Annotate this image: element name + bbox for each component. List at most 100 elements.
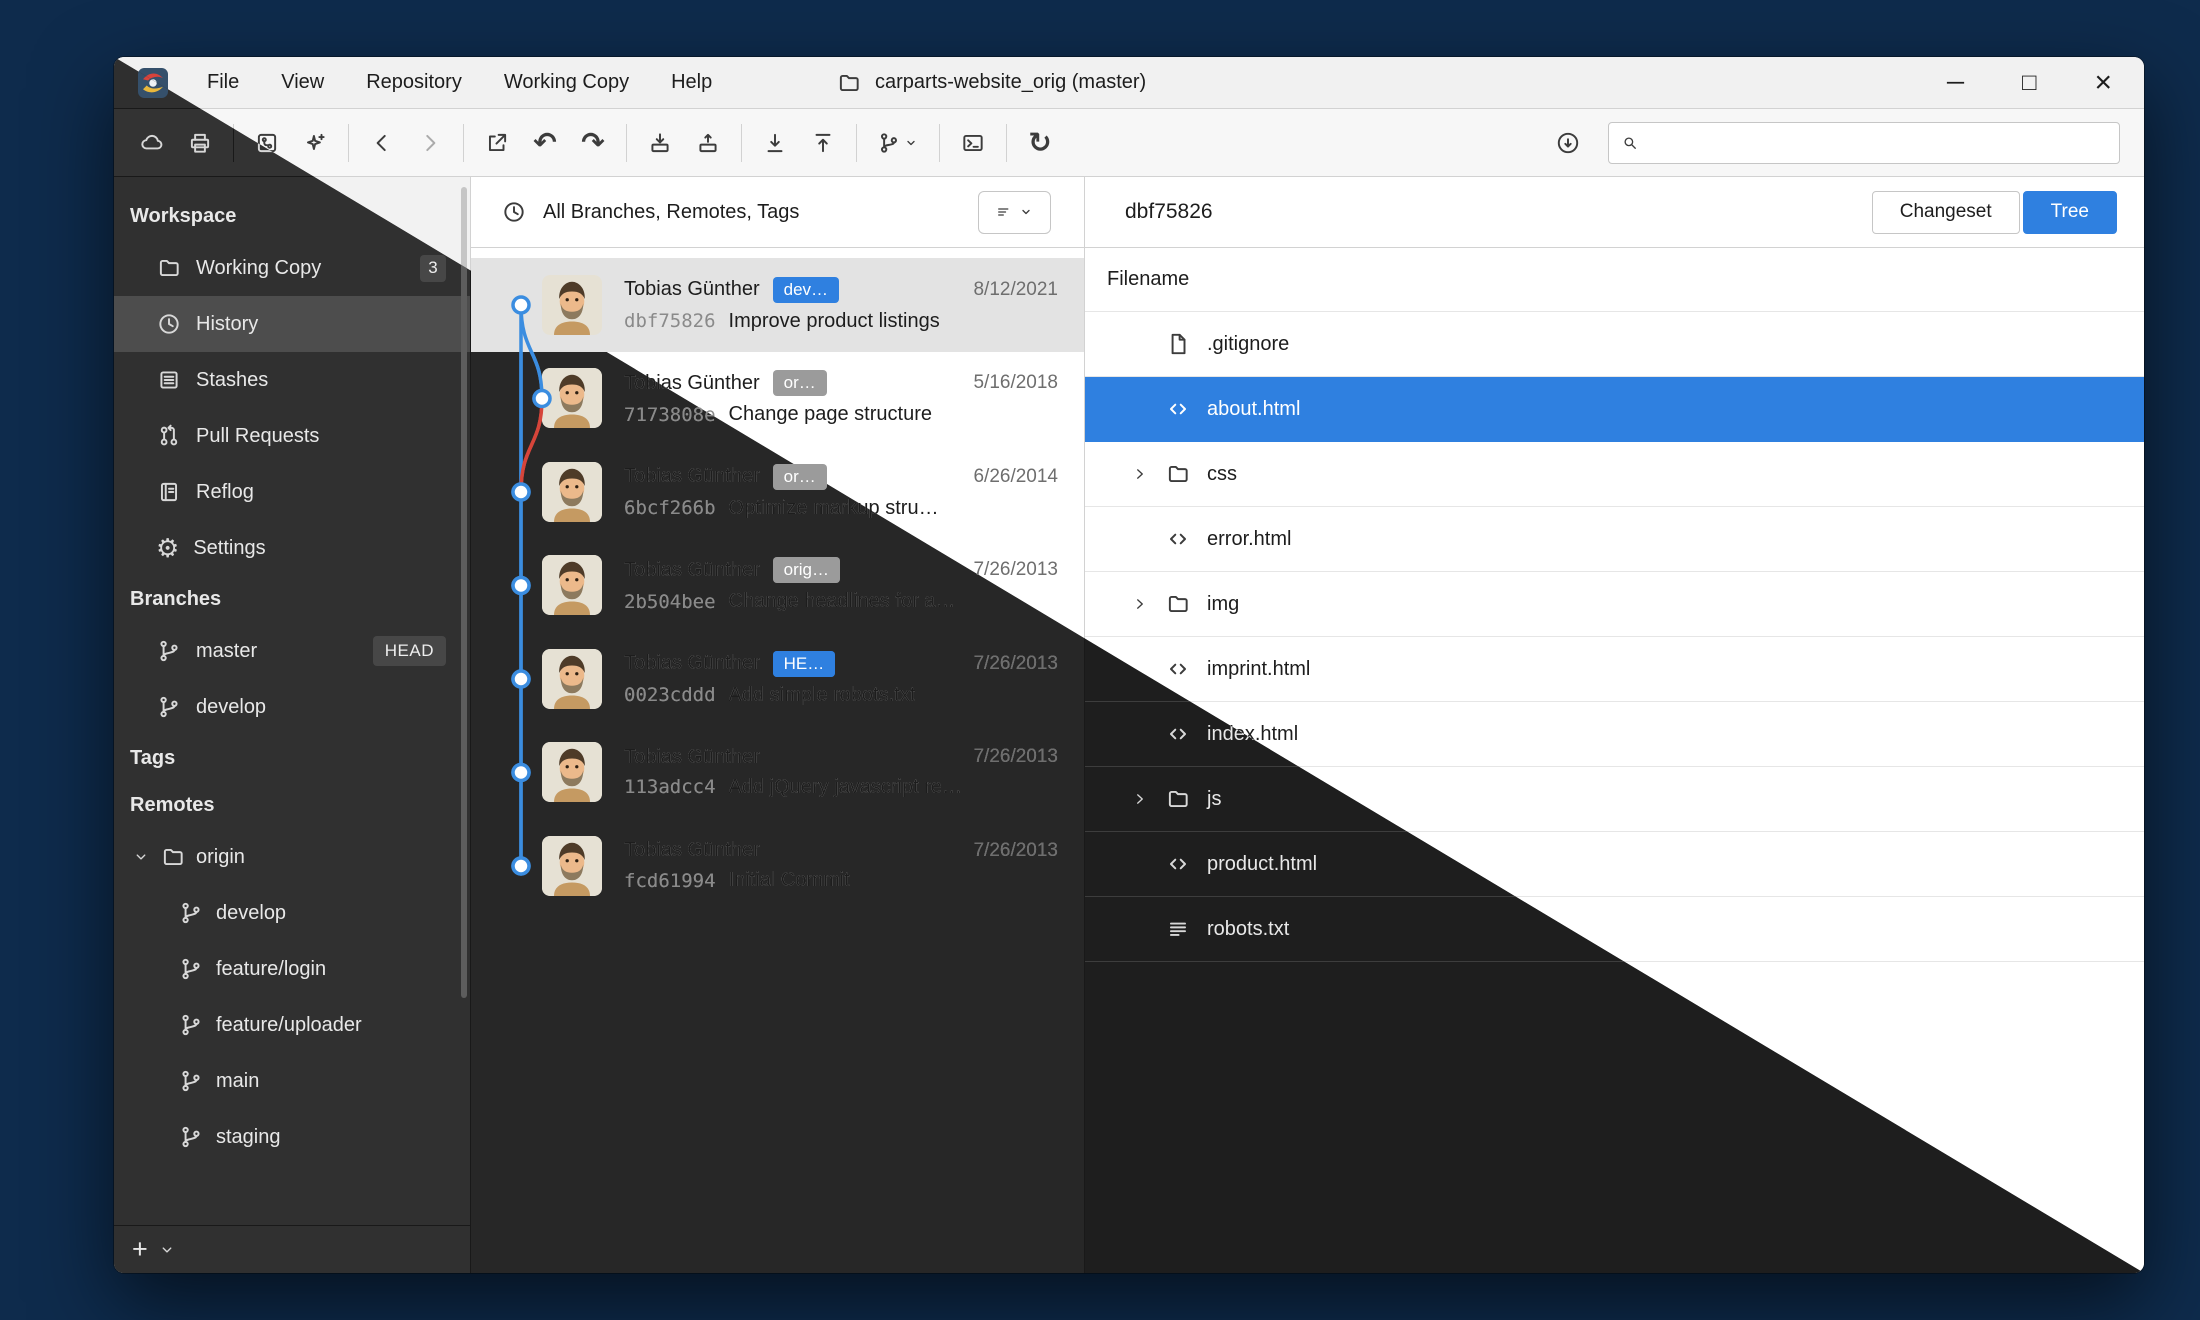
fetch-cloud-button[interactable] (128, 121, 176, 165)
stash-button[interactable] (636, 121, 684, 165)
changeset-tab[interactable]: Changeset (1872, 191, 2020, 234)
branch-icon (156, 638, 182, 664)
undo-button[interactable]: ↶ (521, 121, 569, 165)
remote-branch-item[interactable]: feature/login (114, 941, 470, 997)
commit-row[interactable]: Tobias Günther orig… 7/26/2013 2b504bee … (471, 539, 1084, 633)
branch-item-develop[interactable]: develop (114, 679, 470, 735)
view-mode-switch: Changeset Tree (1872, 191, 2117, 234)
sidebar-item-working-copy[interactable]: Working Copy 3 (114, 240, 470, 296)
commit-date: 7/26/2013 (973, 840, 1058, 862)
menu-file[interactable]: File (186, 57, 260, 108)
terminal-button[interactable] (949, 121, 997, 165)
remote-branch-label: feature/login (216, 958, 326, 981)
commit-row[interactable]: Tobias Günther dev… 8/12/2021 dbf75826 I… (471, 258, 1084, 352)
magic-button[interactable] (291, 121, 339, 165)
maximize-button[interactable]: □ (2022, 71, 2037, 95)
commit-list: Tobias Günther dev… 8/12/2021 dbf75826 I… (471, 258, 1084, 913)
menu-working-copy[interactable]: Working Copy (483, 57, 650, 108)
terminal-icon (960, 130, 986, 156)
branch-filter-label: All Branches, Remotes, Tags (543, 201, 799, 224)
folder-icon (1165, 591, 1191, 617)
expand-chevron-icon[interactable] (1131, 790, 1165, 808)
menu-view[interactable]: View (260, 57, 345, 108)
file-row[interactable]: error.html (1085, 507, 2144, 572)
file-name: img (1207, 593, 1239, 616)
search-icon (1621, 134, 1639, 152)
push-button[interactable] (799, 121, 847, 165)
search-input[interactable] (1649, 131, 2107, 155)
commit-author: Tobias Günther (624, 372, 760, 395)
commit-message: Change headlines for a… (729, 590, 956, 613)
apply-stash-button[interactable] (684, 121, 732, 165)
commit-id: dbf75826 (1125, 200, 1213, 224)
remote-branch-item[interactable]: feature/uploader (114, 997, 470, 1053)
sidebar-item-reflog[interactable]: Reflog (114, 464, 470, 520)
tree-tab[interactable]: Tree (2023, 191, 2117, 234)
undo-icon: ↶ (533, 129, 556, 157)
close-button[interactable]: × (2094, 68, 2112, 98)
commit-author: Tobias Günther (624, 559, 760, 582)
chevron-down-icon[interactable] (158, 1241, 176, 1259)
commit-message: Improve product listings (729, 310, 940, 333)
remote-branch-item[interactable]: staging (114, 1109, 470, 1165)
remote-origin[interactable]: origin (114, 829, 470, 885)
commit-row[interactable]: Tobias Günther 7/26/2013 fcd61994 Initia… (471, 819, 1084, 913)
file-row[interactable]: .gitignore (1085, 312, 2144, 377)
file-row[interactable]: about.html (1085, 377, 2144, 442)
sparkles-icon (302, 130, 328, 156)
commit-author: Tobias Günther (624, 652, 760, 675)
commit-sha: 2b504bee (624, 591, 716, 613)
branch-item-master[interactable]: master HEAD (114, 623, 470, 679)
commit-sha: 7173808e (624, 404, 716, 426)
commit-row[interactable]: Tobias Günther HE… 7/26/2013 0023cddd Ad… (471, 632, 1084, 726)
expand-chevron-icon[interactable] (1131, 595, 1165, 613)
commit-row[interactable]: Tobias Günther 7/26/2013 113adcc4 Add jQ… (471, 726, 1084, 820)
commit-author: Tobias Günther (624, 278, 760, 301)
menu-help[interactable]: Help (650, 57, 733, 108)
sidebar-item-stashes[interactable]: Stashes (114, 352, 470, 408)
author-avatar (542, 742, 602, 802)
commit-row[interactable]: Tobias Günther or… 6/26/2014 6bcf266b Op… (471, 445, 1084, 539)
print-button[interactable] (176, 121, 224, 165)
commit-row[interactable]: Tobias Günther or… 5/16/2018 7173808e Ch… (471, 352, 1084, 446)
file-icon (1165, 331, 1191, 357)
branch-icon (178, 956, 204, 982)
file-name: css (1207, 463, 1237, 486)
branch-icon (876, 130, 902, 156)
remote-branch-list: develop feature/login feature/uploader m… (114, 885, 470, 1165)
sidebar-scrollbar[interactable] (461, 187, 467, 998)
back-button[interactable] (358, 121, 406, 165)
redo-button[interactable]: ↷ (569, 121, 617, 165)
minimize-button[interactable]: ─ (1947, 71, 1964, 95)
forward-button[interactable] (406, 121, 454, 165)
file-row[interactable]: css (1085, 442, 2144, 507)
remotes-section-label: Remotes (114, 782, 470, 829)
open-external-button[interactable] (473, 121, 521, 165)
sidebar-item-settings[interactable]: ⚙ Settings (114, 520, 470, 576)
commit-ref-badge: HE… (773, 651, 836, 677)
file-row[interactable]: img (1085, 572, 2144, 637)
commit-date: 7/26/2013 (973, 653, 1058, 675)
history-filter-button[interactable] (978, 191, 1051, 234)
menu-repository[interactable]: Repository (345, 57, 483, 108)
remote-branch-item[interactable]: develop (114, 885, 470, 941)
pull-button[interactable] (751, 121, 799, 165)
repo-folder-icon (836, 70, 862, 96)
refresh-button[interactable]: ↻ (1016, 121, 1064, 165)
add-button[interactable]: + (132, 1236, 148, 1263)
download-button[interactable] (1544, 121, 1592, 165)
list-icon (995, 203, 1013, 221)
chevron-right-icon (417, 130, 443, 156)
journal-icon (156, 479, 182, 505)
commit-author: Tobias Günther (624, 465, 760, 488)
commit-message: Initial Commit (729, 869, 850, 892)
file-name: product.html (1207, 853, 1317, 876)
remote-branch-item[interactable]: main (114, 1053, 470, 1109)
sidebar-item-history[interactable]: History (114, 296, 470, 352)
branch-menu-button[interactable] (866, 121, 930, 165)
expand-chevron-icon[interactable] (1131, 465, 1165, 483)
filename-column-header: Filename (1085, 248, 2144, 312)
branch-icon (178, 900, 204, 926)
file-row[interactable]: imprint.html (1085, 637, 2144, 702)
sidebar-item-pull-requests[interactable]: Pull Requests (114, 408, 470, 464)
